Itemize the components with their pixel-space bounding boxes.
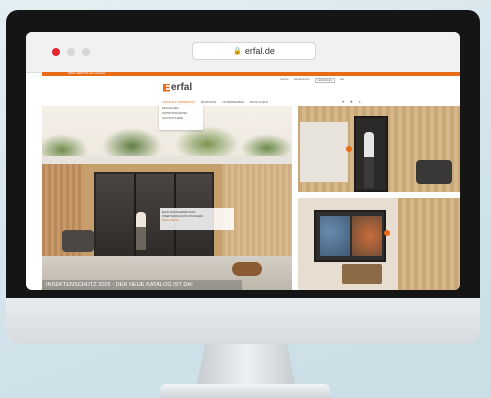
- search-icon[interactable]: ⌕: [359, 99, 361, 104]
- util-link-haendlerlogin[interactable]: Händlerlogin: [314, 78, 336, 83]
- monitor-stand-base: [160, 384, 330, 398]
- hero-caption-link[interactable]: Jetzt erfahren: [162, 218, 232, 222]
- address-bar[interactable]: 🔒 erfal.de: [192, 42, 316, 60]
- close-window-button[interactable]: [52, 48, 60, 56]
- screen: 🔒 erfal.de ERFAL SERVICE Jetzt anfragen …: [26, 32, 460, 290]
- monitor: 🔒 erfal.de ERFAL SERVICE Jetzt anfragen …: [6, 10, 480, 344]
- topbar-text[interactable]: ERFAL SERVICE Jetzt anfragen: [68, 72, 105, 76]
- hero-caption-box[interactable]: MAXI MASSGEFERTIGTE INSEKTENSCHUTZLÖSUNG…: [160, 208, 234, 230]
- nav-item-produkte[interactable]: PRODUKTE: [201, 100, 217, 105]
- hero-stools: [342, 264, 382, 284]
- nav-item-unternehmen[interactable]: UNTERNEHMEN: [222, 100, 244, 105]
- util-link-haendlersuche[interactable]: Händlersuche: [294, 78, 310, 83]
- minimize-window-button[interactable]: [67, 48, 75, 56]
- hotspot-icon-2[interactable]: [384, 230, 390, 236]
- hero-chair: [62, 230, 94, 252]
- hero-image-main: MAXI MASSGEFERTIGTE INSEKTENSCHUTZLÖSUNG…: [42, 106, 292, 290]
- nav-dropdown: DESIGNLINIEN INSPIRATIONSSEITEN SCHUTZSY…: [159, 104, 203, 130]
- location-icon[interactable]: ⌖: [342, 99, 344, 104]
- hero-sofa: [416, 160, 452, 184]
- window-pane-left: [320, 216, 350, 256]
- browser-toolbar: 🔒 erfal.de: [26, 32, 460, 73]
- site-logo[interactable]: erfal: [163, 82, 192, 93]
- utility-nav: Service Händlersuche Händlerlogin DE: [280, 78, 344, 83]
- window-frame: [314, 210, 386, 262]
- maximize-window-button[interactable]: [82, 48, 90, 56]
- nav-item-blog[interactable]: BLOG & INFO: [250, 100, 268, 105]
- bedroom-wall: [300, 122, 348, 182]
- util-link-service[interactable]: Service: [280, 78, 289, 83]
- heart-icon[interactable]: ♥: [350, 99, 352, 104]
- erfal-logo-icon: [163, 83, 170, 92]
- hero-dog: [232, 262, 262, 276]
- site-topbar: ERFAL SERVICE Jetzt anfragen: [42, 72, 460, 76]
- monitor-stand: [197, 344, 295, 384]
- hero-section: MAXI MASSGEFERTIGTE INSEKTENSCHUTZLÖSUNG…: [42, 106, 460, 290]
- lock-icon: 🔒: [233, 48, 242, 55]
- window-pane-right: [352, 216, 382, 256]
- language-select[interactable]: DE: [340, 78, 344, 83]
- hero-banner-text: INSEKTENSCHUTZ 2025 - DER NEUE KATALOG I…: [46, 282, 193, 288]
- nav-icons: ⌖ ♥ ⌕: [342, 99, 361, 104]
- hero-roof: [42, 156, 292, 164]
- hotspot-icon[interactable]: [346, 146, 352, 152]
- monitor-chin: [6, 298, 480, 344]
- dropdown-item-schutzsysteme[interactable]: SCHUTZSYSTEME: [162, 116, 200, 121]
- hero-person-2: [364, 132, 374, 188]
- url-text: erfal.de: [244, 46, 275, 56]
- hero-banner[interactable]: INSEKTENSCHUTZ 2025 - DER NEUE KATALOG I…: [42, 280, 242, 290]
- logo-text: erfal: [171, 82, 193, 93]
- hero-person: [136, 212, 146, 250]
- hero-wood-panel: [398, 198, 460, 290]
